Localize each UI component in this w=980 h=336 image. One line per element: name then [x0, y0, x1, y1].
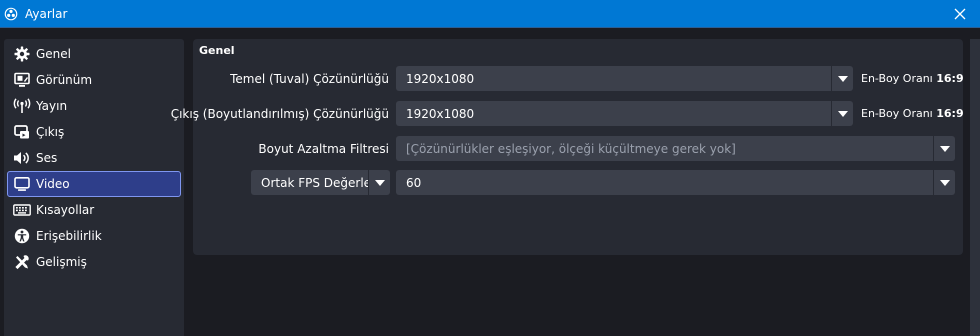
- output-resolution-value: 1920x1080: [406, 106, 475, 121]
- close-icon: [954, 8, 966, 19]
- appearance-icon: [13, 72, 31, 88]
- output-resolution-label: Çıkış (Boyutlandırılmış) Çözünürlüğü: [170, 107, 389, 121]
- wrench-screwdriver-icon: [13, 254, 31, 270]
- sidebar-item-output[interactable]: Çıkış: [7, 119, 181, 145]
- output-icon: [13, 124, 31, 140]
- chevron-down-icon[interactable]: [934, 136, 955, 161]
- sidebar-item-audio[interactable]: Ses: [7, 145, 181, 171]
- sidebar-item-advanced[interactable]: Gelişmiş: [7, 249, 181, 275]
- settings-sidebar: Genel Görünüm Yayın Çıkış Ses Video Kısa…: [4, 39, 184, 336]
- chevron-down-icon[interactable]: [934, 170, 955, 195]
- sidebar-item-stream[interactable]: Yayın: [7, 93, 181, 119]
- downscale-filter-value: [Çözünürlükler eşleşiyor, ölçeği küçültm…: [406, 141, 736, 156]
- settings-window: Genel Görünüm Yayın Çıkış Ses Video Kısa…: [0, 28, 980, 336]
- aspect-ratio-value: 16:9: [936, 107, 964, 120]
- fps-type-value: Ortak FPS Değerleri: [261, 175, 368, 190]
- base-resolution-combobox[interactable]: 1920x1080: [396, 66, 853, 91]
- fps-value: 60: [406, 175, 422, 190]
- output-aspect-ratio: En-Boy Oranı 16:9: [861, 107, 964, 120]
- monitor-icon: [13, 176, 31, 192]
- speaker-icon: [13, 150, 31, 166]
- sidebar-item-label: Genel: [36, 47, 72, 61]
- sidebar-item-hotkeys[interactable]: Kısayollar: [7, 197, 181, 223]
- sidebar-item-general[interactable]: Genel: [7, 41, 181, 67]
- base-resolution-label: Temel (Tuval) Çözünürlüğü: [230, 72, 389, 86]
- downscale-filter-label: Boyut Azaltma Filtresi: [258, 142, 389, 156]
- keyboard-icon: [13, 202, 31, 218]
- gear-icon: [13, 46, 31, 62]
- sidebar-item-label: Görünüm: [36, 73, 93, 87]
- base-resolution-value: 1920x1080: [406, 71, 475, 86]
- broadcast-icon: [13, 98, 31, 114]
- sidebar-item-label: Yayın: [36, 99, 68, 113]
- aspect-ratio-label: En-Boy Oranı: [861, 107, 933, 120]
- sidebar-item-label: Kısayollar: [36, 203, 95, 217]
- base-aspect-ratio: En-Boy Oranı 16:9: [861, 72, 964, 85]
- sidebar-item-video[interactable]: Video: [7, 171, 181, 197]
- chevron-down-icon[interactable]: [832, 101, 853, 126]
- downscale-filter-combobox[interactable]: [Çözünürlükler eşleşiyor, ölçeği küçültm…: [396, 136, 955, 161]
- sidebar-item-accessibility[interactable]: Erişebilirlik: [7, 223, 181, 249]
- window-title: Ayarlar: [25, 6, 68, 21]
- output-resolution-combobox[interactable]: 1920x1080: [396, 101, 853, 126]
- obs-logo-icon: [3, 6, 19, 22]
- sidebar-item-appearance[interactable]: Görünüm: [7, 67, 181, 93]
- title-bar: Ayarlar: [0, 0, 980, 27]
- sidebar-item-label: Ses: [36, 151, 58, 165]
- accessibility-icon: [13, 228, 31, 244]
- sidebar-item-label: Gelişmiş: [36, 255, 87, 269]
- video-settings-panel: Genel Temel (Tuval) Çözünürlüğü 1920x108…: [171, 39, 964, 255]
- fps-value-combobox[interactable]: 60: [396, 170, 955, 195]
- fps-type-combobox[interactable]: Ortak FPS Değerleri: [251, 170, 390, 195]
- aspect-ratio-value: 16:9: [936, 72, 964, 85]
- close-button[interactable]: [940, 0, 980, 27]
- chevron-down-icon[interactable]: [369, 170, 390, 195]
- chevron-down-icon[interactable]: [832, 66, 853, 91]
- vertical-scrollbar[interactable]: [970, 39, 980, 336]
- sidebar-item-label: Video: [36, 177, 70, 191]
- sidebar-item-label: Çıkış: [36, 125, 65, 139]
- sidebar-item-label: Erişebilirlik: [36, 229, 102, 243]
- group-title: Genel: [199, 44, 235, 57]
- aspect-ratio-label: En-Boy Oranı: [861, 72, 933, 85]
